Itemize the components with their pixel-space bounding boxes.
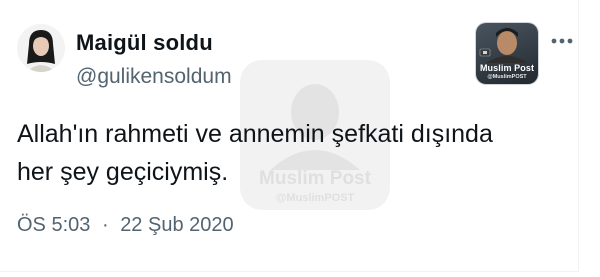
logo-title: Muslim Post	[479, 63, 535, 73]
muslim-post-logo: Muslim Post @MuslimPOST	[476, 23, 538, 84]
logo-handle: @MuslimPOST	[487, 74, 527, 80]
more-horizontal-icon	[551, 38, 573, 44]
user-handle[interactable]: @gulikensoldum	[76, 65, 232, 89]
avatar[interactable]	[17, 24, 65, 72]
display-name[interactable]: Maigül soldu	[76, 30, 213, 56]
tweet-card: Muslim Post @MuslimPOST Maigül soldu @gu…	[0, 0, 579, 272]
tweet-timestamp[interactable]: ÖS 5:03 · 22 Şub 2020	[17, 214, 234, 237]
tweet-text-line: Allah'ın rahmeti ve annemin şefkati dışı…	[17, 120, 493, 148]
tweet-time[interactable]: ÖS 5:03	[17, 214, 90, 237]
logo-portrait-icon	[479, 28, 528, 63]
more-options-button[interactable]	[547, 28, 577, 54]
tweet-text: Allah'ın rahmeti ve annemin şefkati dışı…	[17, 115, 547, 191]
meta-separator: ·	[101, 214, 109, 236]
watermark-handle: @MuslimPOST	[275, 192, 355, 204]
avatar-photo-icon	[17, 24, 65, 72]
tweet-date[interactable]: 22 Şub 2020	[120, 214, 233, 237]
tweet-text-line: her şey geçiciymiş.	[17, 158, 229, 186]
